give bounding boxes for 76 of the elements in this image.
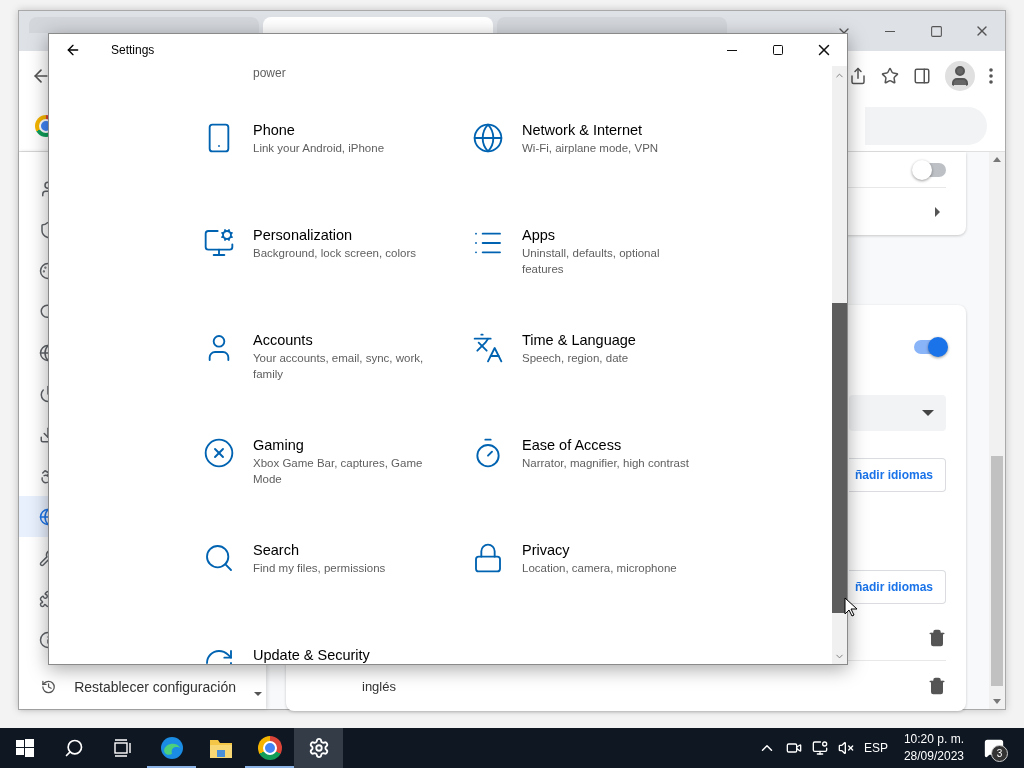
clock[interactable]: 10:20 p. m. 28/09/2023 — [903, 731, 964, 765]
category-title: Apps — [522, 226, 557, 245]
windows-logo-icon[interactable] — [15, 739, 34, 757]
category-title: Privacy — [522, 541, 571, 560]
minimize-icon[interactable] — [727, 49, 737, 51]
circle-x-icon — [203, 437, 235, 469]
maximize-icon — [929, 24, 943, 38]
toggle-switch[interactable] — [914, 340, 946, 354]
task-view-icon[interactable] — [112, 739, 133, 757]
settings-category[interactable]: Time & Language Speech, region, date — [472, 330, 741, 435]
category-title: Personalization — [253, 226, 354, 245]
category-title: Accounts — [253, 331, 314, 350]
sidebar-item[interactable] — [19, 496, 49, 537]
profile-icon[interactable] — [945, 61, 975, 91]
settings-category[interactable]: Network & Internet Wi-Fi, airplane mode, VPN — [472, 120, 741, 225]
category-description: Your accounts, email, sync, work, family — [253, 351, 425, 382]
category-title: Phone — [253, 121, 296, 140]
category-description: Find my files, permissions — [253, 561, 387, 576]
category-description: Narrator, magnifier, high contrast — [522, 456, 690, 471]
trash-icon[interactable] — [928, 677, 946, 695]
category-title: Update & Security — [253, 646, 371, 664]
taskbar-app[interactable] — [294, 728, 343, 768]
share-icon — [849, 67, 867, 85]
folder-icon[interactable] — [208, 737, 233, 759]
category-description: Speech, region, date — [522, 351, 630, 366]
category-description: Uninstall, defaults, optional features — [522, 246, 661, 277]
window-title: Settings — [111, 43, 155, 57]
notification-badge: 3 — [991, 745, 1008, 762]
category-description: Background, lock screen, colors — [253, 246, 417, 261]
category-description: Xbox Game Bar, captures, Game Mode — [253, 456, 424, 487]
volume-muted-icon[interactable] — [837, 740, 854, 756]
category-title: Ease of Access — [522, 436, 623, 455]
caret-icon — [254, 692, 262, 696]
trash-icon[interactable] — [928, 629, 946, 647]
maximize-icon[interactable] — [772, 44, 784, 56]
category-description: Link your Android, iPhone — [253, 141, 386, 156]
add-languages-button[interactable]: ñadir idiomas — [849, 458, 946, 492]
category-title: Network & Internet — [522, 121, 644, 140]
settings-icon[interactable] — [307, 737, 330, 759]
network-icon — [811, 740, 828, 756]
add-languages-button[interactable]: ñadir idiomas — [849, 570, 946, 604]
star-icon — [881, 67, 899, 85]
settings-category[interactable]: Privacy Location, camera, microphone — [472, 540, 741, 645]
scroll-down-icon[interactable] — [993, 699, 1001, 704]
menu-icon[interactable] — [989, 68, 993, 84]
back-icon[interactable] — [65, 42, 81, 58]
chrome-logo-icon[interactable] — [257, 736, 282, 760]
settings-category[interactable]: Search Find my files, permissions — [203, 540, 472, 645]
category-title: Time & Language — [522, 331, 637, 350]
caret-icon — [922, 410, 934, 416]
settings-category[interactable]: Gaming Xbox Game Bar, captures, Game Mode — [203, 435, 472, 540]
item-description: power — [253, 66, 287, 80]
lock-icon — [472, 542, 504, 574]
category-title: Search — [253, 541, 300, 560]
toggle-switch[interactable] — [914, 162, 946, 177]
settings-category[interactable]: Update & Security — [203, 645, 472, 664]
monitor-icon — [203, 227, 235, 259]
category-description: Location, camera, microphone — [522, 561, 678, 576]
side-panel-icon — [913, 67, 931, 85]
notification-button[interactable]: 3 — [984, 738, 1004, 758]
settings-category[interactable]: Accounts Your accounts, email, sync, work, family — [203, 330, 472, 435]
language-name: inglés — [361, 678, 396, 694]
sidebar-item[interactable]: Restablecer configuración — [74, 679, 236, 695]
settings-category[interactable]: Personalization Background, lock screen, colors — [203, 225, 472, 330]
settings-category[interactable]: Apps Uninstall, defaults, optional features — [472, 225, 741, 330]
edge-icon[interactable] — [159, 736, 184, 760]
camera-icon — [785, 740, 802, 756]
scrollbar[interactable] — [989, 152, 1005, 709]
category-title: Gaming — [253, 436, 305, 455]
scroll-up-icon[interactable] — [993, 157, 1001, 162]
chevron-icon[interactable] — [935, 206, 940, 217]
settings-category[interactable]: Phone Link your Android, iPhone — [203, 120, 472, 225]
category-description: Wi-Fi, airplane mode, VPN — [522, 141, 660, 156]
input-language[interactable]: ESP — [863, 741, 888, 755]
settings-category[interactable]: Ease of Access Narrator, magnifier, high contrast — [472, 435, 741, 540]
language-icon — [472, 332, 504, 364]
